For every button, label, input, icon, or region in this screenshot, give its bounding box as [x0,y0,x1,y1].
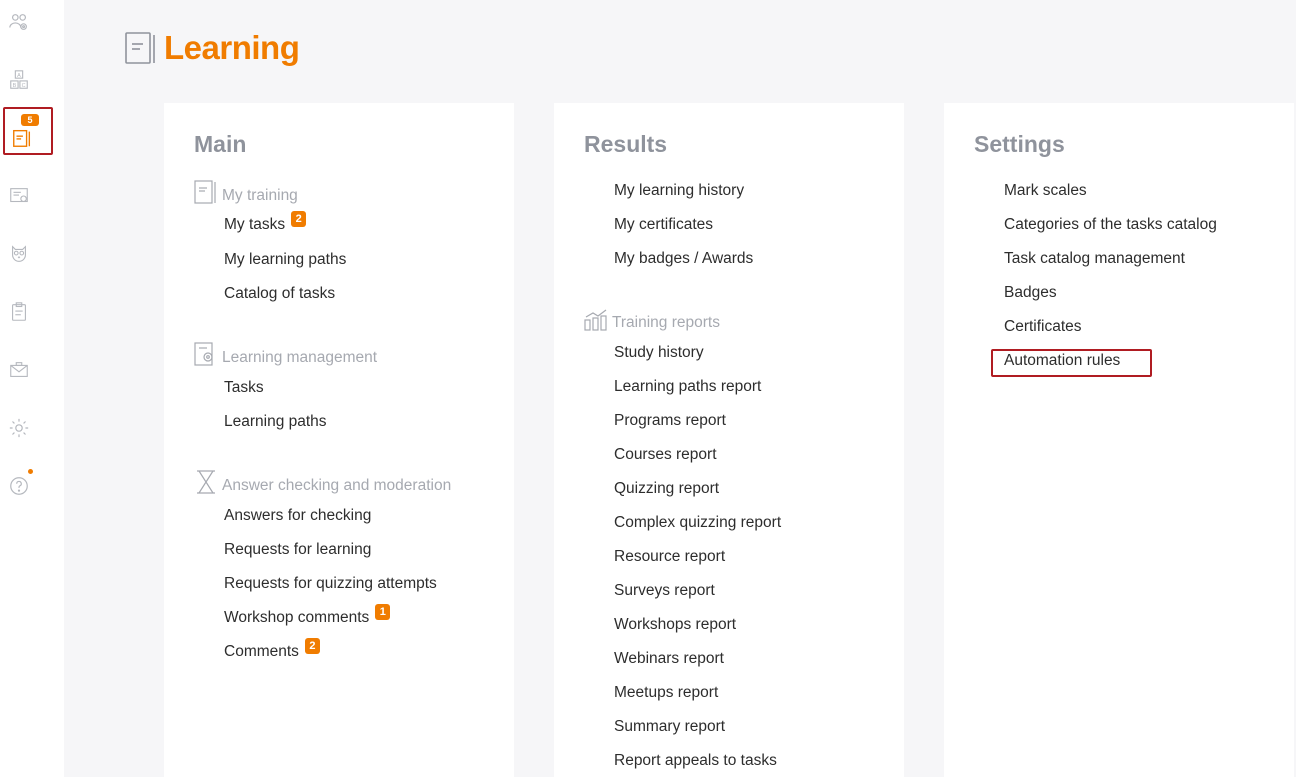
link-surveys-report[interactable]: Surveys report [614,582,715,600]
nav-badge: 5 [21,114,39,126]
section-training-reports: Training reports [584,306,720,332]
sidebar: ABC 5 [0,0,64,777]
link-my-learning-paths[interactable]: My learning paths [224,251,346,269]
abc-blocks-icon[interactable]: ABC [5,66,33,94]
link-mark-scales[interactable]: Mark scales [1004,182,1087,200]
envelope-icon[interactable] [5,356,33,384]
link-task-catalog-management[interactable]: Task catalog management [1004,250,1185,268]
page-header: Learning [124,26,300,70]
notification-dot [28,469,33,474]
link-complex-quizzing-report[interactable]: Complex quizzing report [614,514,781,532]
link-certificates[interactable]: Certificates [1004,318,1082,336]
link-meetups-report[interactable]: Meetups report [614,684,718,702]
svg-text:A: A [17,73,21,79]
section-answer-checking: Answer checking and moderation [194,469,451,495]
link-workshop-comments[interactable]: Workshop comments 1 [224,604,391,627]
section-learning-management: Learning management [194,341,377,367]
results-card: Results My learning history My certifica… [554,103,904,777]
page-title: Learning [164,29,300,66]
link-programs-report[interactable]: Programs report [614,412,726,430]
main-card: Main My training My tasks 2 My learning p… [164,103,514,777]
link-tasks[interactable]: Tasks [224,379,264,397]
svg-text:C: C [22,83,26,89]
count-badge: 2 [291,211,307,227]
settings-card: Settings Mark scales Categories of the t… [944,103,1294,777]
bar-chart-icon [584,309,607,331]
link-categories-of-tasks-catalog[interactable]: Categories of the tasks catalog [1004,216,1217,234]
link-my-learning-history[interactable]: My learning history [614,182,744,200]
link-webinars-report[interactable]: Webinars report [614,650,724,668]
card-title-main: Main [194,131,247,157]
link-learning-paths-report[interactable]: Learning paths report [614,378,761,396]
gear-icon[interactable] [5,414,33,442]
card-title-results: Results [584,131,668,157]
link-automation-rules[interactable]: Automation rules [1004,352,1120,370]
hourglass-icon [197,470,215,494]
link-my-certificates[interactable]: My certificates [614,216,713,234]
people-gear-icon[interactable] [5,8,33,36]
report-card-icon[interactable] [5,182,33,210]
link-learning-paths[interactable]: Learning paths [224,413,327,431]
link-answers-for-checking[interactable]: Answers for checking [224,507,371,525]
learning-book-icon[interactable] [8,124,36,152]
link-requests-for-learning[interactable]: Requests for learning [224,541,371,559]
svg-text:B: B [13,83,17,89]
clipboard-icon[interactable] [5,298,33,326]
link-my-tasks[interactable]: My tasks 2 [224,211,307,234]
book-icon [194,180,216,204]
book-gear-icon [194,342,213,366]
count-badge: 2 [304,638,320,654]
section-my-training: My training [194,179,298,205]
link-study-history[interactable]: Study history [614,344,704,362]
link-my-badges-awards[interactable]: My badges / Awards [614,250,753,268]
card-title-settings: Settings [974,131,1065,157]
link-quizzing-report[interactable]: Quizzing report [614,480,719,498]
link-report-appeals-to-tasks[interactable]: Report appeals to tasks [614,752,777,770]
link-summary-report[interactable]: Summary report [614,718,725,736]
link-resource-report[interactable]: Resource report [614,548,725,566]
learning-book-icon [125,32,155,64]
owl-icon[interactable] [5,240,33,268]
help-icon[interactable] [5,472,33,500]
link-requests-for-quizzing-attempts[interactable]: Requests for quizzing attempts [224,575,437,593]
link-catalog-of-tasks[interactable]: Catalog of tasks [224,285,335,303]
link-courses-report[interactable]: Courses report [614,446,717,464]
count-badge: 1 [375,604,391,620]
link-comments[interactable]: Comments 2 [224,638,320,661]
link-workshops-report[interactable]: Workshops report [614,616,736,634]
link-badges[interactable]: Badges [1004,284,1057,302]
